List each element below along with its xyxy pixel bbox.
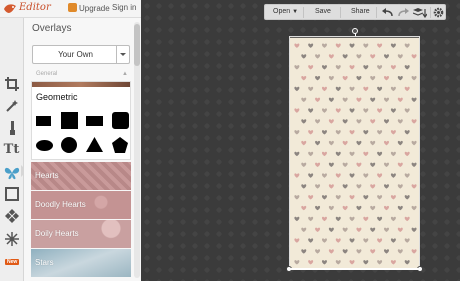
toolbar-divider <box>303 7 304 18</box>
bird-logo-icon[interactable] <box>3 2 17 15</box>
upgrade-label: Upgrade <box>79 4 110 13</box>
chevron-up-icon[interactable]: ▲ <box>122 71 128 77</box>
list-item-label: Doily Hearts <box>35 229 79 238</box>
sign-in-link[interactable]: Sign in <box>112 3 136 12</box>
toolbar-divider <box>430 7 431 18</box>
share-button[interactable]: Share <box>351 8 370 15</box>
butterfly-icon[interactable] <box>3 164 20 181</box>
frame-icon[interactable] <box>3 185 20 202</box>
overlay-source-select[interactable]: Your Own <box>32 45 130 64</box>
save-button[interactable]: Save <box>315 8 331 15</box>
undo-icon[interactable] <box>382 8 393 17</box>
shape-circle-icon[interactable] <box>61 137 77 153</box>
scrollbar-thumb[interactable] <box>134 24 140 66</box>
list-item-stars[interactable]: Stars <box>31 249 131 277</box>
image-canvas[interactable] <box>289 36 420 270</box>
text-icon[interactable]: Tt <box>3 141 20 158</box>
list-item-hearts[interactable]: Hearts <box>31 162 131 190</box>
gear-icon[interactable] <box>433 7 444 18</box>
shape-wide-rectangle-icon[interactable] <box>86 116 103 126</box>
list-item-label: Stars <box>35 258 54 267</box>
upgrade-link[interactable]: Upgrade <box>68 3 110 13</box>
list-item-geometric[interactable]: Geometric <box>31 81 131 160</box>
overlays-panel: Overlays Your Own General ▲ Geometric He… <box>24 18 141 281</box>
snowflake-icon[interactable] <box>3 230 20 247</box>
open-menu[interactable]: Open ▼ <box>273 8 298 15</box>
texture-icon[interactable] <box>3 207 20 224</box>
shape-rounded-square-icon[interactable] <box>112 112 129 129</box>
app-logo-text[interactable]: Editor <box>19 2 51 13</box>
redo-icon[interactable] <box>398 8 409 17</box>
shape-pentagon-icon[interactable] <box>112 137 128 153</box>
list-item-doily-hearts[interactable]: Doily Hearts <box>31 220 131 248</box>
layers-icon[interactable] <box>413 8 427 18</box>
toolbar-divider <box>340 7 341 18</box>
shape-ellipse-icon[interactable] <box>36 140 53 151</box>
list-item-doodly-hearts[interactable]: Doodly Hearts <box>31 191 131 219</box>
top-bar: Editor Upgrade Sign in <box>0 0 141 18</box>
rotate-handle[interactable] <box>352 28 358 34</box>
select-value: Your Own <box>58 50 93 59</box>
upgrade-icon <box>68 3 77 12</box>
file-toolbar: Open ▼ Save Share <box>264 4 446 20</box>
new-badge: New <box>5 259 20 265</box>
section-label: General <box>36 71 58 77</box>
toolbar-divider <box>376 7 377 18</box>
list-item-label: Hearts <box>35 171 59 180</box>
open-label: Open <box>273 8 291 15</box>
overlay-list: Geometric Hearts Doodly Hearts Doily Hea… <box>31 81 131 281</box>
panel-title: Overlays <box>32 23 72 34</box>
previous-item-strip <box>32 82 130 87</box>
shape-triangle-icon[interactable] <box>86 137 103 152</box>
shape-rectangle-icon[interactable] <box>36 116 51 126</box>
selection-bottom-edge <box>289 268 420 270</box>
chevron-down-icon[interactable] <box>116 46 129 63</box>
tool-rail: Tt New <box>0 18 27 281</box>
list-item-label: Geometric <box>36 92 78 102</box>
chevron-down-icon: ▼ <box>292 9 299 15</box>
brush-icon[interactable] <box>3 119 20 136</box>
shape-square-icon[interactable] <box>61 112 78 129</box>
magic-wand-icon[interactable] <box>3 97 20 114</box>
list-item-label: Doodly Hearts <box>35 200 86 209</box>
crop-icon[interactable] <box>3 75 20 92</box>
